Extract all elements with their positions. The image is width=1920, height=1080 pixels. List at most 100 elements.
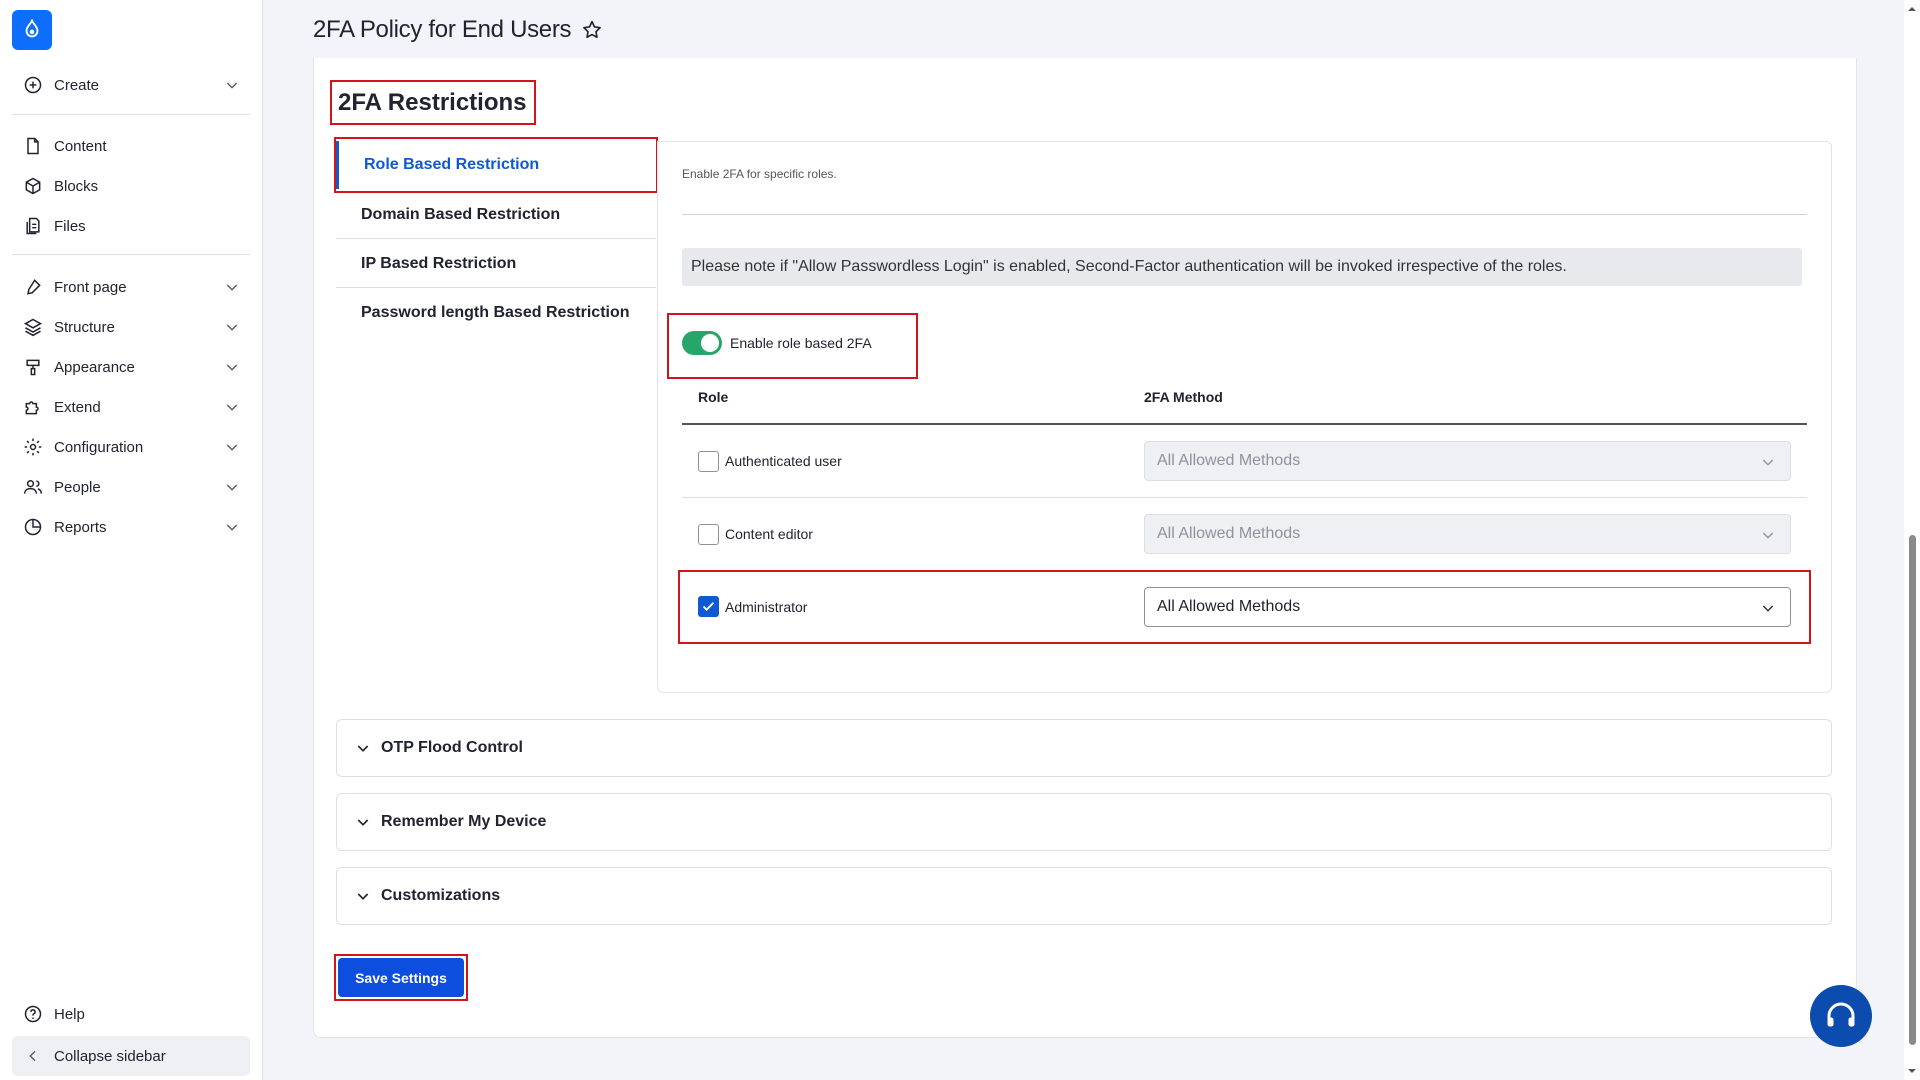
collapse-sidebar-label: Collapse sidebar <box>54 1047 166 1065</box>
sidebar-item-files[interactable]: Files <box>12 208 250 244</box>
chart-pie-icon <box>22 516 44 538</box>
plus-circle-icon <box>22 74 44 96</box>
divider <box>682 214 1807 215</box>
help-circle-icon <box>22 1003 44 1025</box>
sidebar-item-people[interactable]: People <box>12 469 250 505</box>
sidebar-item-label: Create <box>54 76 100 94</box>
sidebar-item-label: Reports <box>54 518 107 536</box>
chevron-down-icon <box>226 284 238 291</box>
accordion-label: Customizations <box>381 887 501 904</box>
paint-icon <box>22 356 44 378</box>
accordion-label: Remember My Device <box>381 813 547 830</box>
sidebar-item-label: Blocks <box>54 177 99 195</box>
sidebar-item-create[interactable]: Create <box>12 67 250 103</box>
sidebar-item-extend[interactable]: Extend <box>12 389 250 425</box>
chevron-down-icon <box>226 404 238 411</box>
chevron-down-icon <box>1762 459 1774 466</box>
chevron-down-icon <box>357 819 369 826</box>
select-value: All Allowed Methods <box>1157 452 1301 469</box>
tab-password-length-based[interactable]: Password length Based Restriction <box>336 289 656 337</box>
divider <box>12 114 250 115</box>
page-title: 2FA Policy for End Users <box>313 16 603 44</box>
sidebar-item-label: Extend <box>54 398 101 416</box>
cube-icon <box>22 175 44 197</box>
chevron-down-icon <box>226 444 238 451</box>
sidebar-item-help[interactable]: Help <box>12 996 250 1032</box>
save-settings-button[interactable]: Save Settings <box>338 958 464 997</box>
role-label: Authenticated user <box>725 453 842 469</box>
accordion-customizations[interactable]: Customizations <box>336 867 1832 925</box>
divider <box>12 254 250 255</box>
page-title-text: 2FA Policy for End Users <box>313 16 572 43</box>
accordion-otp-flood-control[interactable]: OTP Flood Control <box>336 719 1832 777</box>
tab-domain-based[interactable]: Domain Based Restriction <box>336 191 656 239</box>
scroll-down-icon[interactable] <box>1907 1066 1917 1076</box>
sidebar-item-label: Content <box>54 137 107 155</box>
sidebar-item-configuration[interactable]: Configuration <box>12 429 250 465</box>
method-select-content-editor[interactable]: All Allowed Methods <box>1144 514 1791 554</box>
chevron-down-icon <box>226 364 238 371</box>
sidebar-item-label: Structure <box>54 318 115 336</box>
sidebar-item-label: Files <box>54 217 86 235</box>
sidebar-item-label: People <box>54 478 101 496</box>
checkbox-administrator[interactable] <box>698 596 719 617</box>
files-icon <box>22 215 44 237</box>
chevron-down-icon <box>357 745 369 752</box>
chevron-left-icon <box>22 1045 44 1067</box>
star-icon[interactable] <box>581 19 603 41</box>
tab-ip-based[interactable]: IP Based Restriction <box>336 240 656 288</box>
toggle-knob <box>701 334 719 352</box>
sidebar-item-front-page[interactable]: Front page <box>12 269 250 305</box>
sidebar-item-label: Configuration <box>54 438 144 456</box>
collapse-sidebar-button[interactable]: Collapse sidebar <box>12 1036 250 1076</box>
sidebar-item-label: Help <box>54 1005 85 1023</box>
chevron-down-icon <box>1762 605 1774 612</box>
sidebar-item-label: Front page <box>54 278 127 296</box>
chevron-down-icon <box>226 324 238 331</box>
role-label: Administrator <box>725 599 808 615</box>
sidebar-item-appearance[interactable]: Appearance <box>12 349 250 385</box>
info-note: Please note if "Allow Passwordless Login… <box>682 248 1802 286</box>
support-chat-button[interactable] <box>1810 985 1872 1047</box>
brush-icon <box>22 276 44 298</box>
chevron-down-icon <box>226 82 238 89</box>
people-icon <box>22 476 44 498</box>
column-header-2fa-method: 2FA Method <box>1144 389 1223 405</box>
drupal-logo-icon[interactable] <box>12 10 52 50</box>
role-label: Content editor <box>725 526 813 542</box>
chevron-down-icon <box>357 893 369 900</box>
checkbox-content-editor[interactable] <box>698 524 719 545</box>
select-value: All Allowed Methods <box>1157 525 1301 542</box>
panel-description: Enable 2FA for specific roles. <box>682 167 837 181</box>
role-based-2fa-toggle[interactable] <box>682 331 722 355</box>
table-header-divider <box>682 423 1807 425</box>
select-value: All Allowed Methods <box>1157 598 1301 615</box>
accordion-label: OTP Flood Control <box>381 739 523 756</box>
scroll-up-icon[interactable] <box>1907 4 1917 14</box>
sidebar-item-label: Appearance <box>54 358 135 376</box>
puzzle-icon <box>22 396 44 418</box>
chevron-down-icon <box>1762 532 1774 539</box>
column-header-role: Role <box>698 389 729 405</box>
chevron-down-icon <box>226 524 238 531</box>
sidebar-item-reports[interactable]: Reports <box>12 509 250 545</box>
section-title: 2FA Restrictions <box>330 80 536 125</box>
sidebar-item-blocks[interactable]: Blocks <box>12 168 250 204</box>
checkmark-icon <box>702 602 715 611</box>
sidebar-item-structure[interactable]: Structure <box>12 309 250 345</box>
file-icon <box>22 135 44 157</box>
method-select-authenticated-user[interactable]: All Allowed Methods <box>1144 441 1791 481</box>
row-divider <box>682 497 1807 498</box>
gear-icon <box>22 436 44 458</box>
chevron-down-icon <box>226 484 238 491</box>
method-select-administrator[interactable]: All Allowed Methods <box>1144 587 1791 627</box>
scrollbar-thumb[interactable] <box>1909 535 1916 1045</box>
toggle-label: Enable role based 2FA <box>730 335 872 351</box>
sidebar: Create Content Blocks Files Front page S… <box>0 0 263 1080</box>
layers-icon <box>22 316 44 338</box>
checkbox-authenticated-user[interactable] <box>698 451 719 472</box>
tab-role-based[interactable]: Role Based Restriction <box>336 141 656 189</box>
headset-icon <box>1827 1002 1855 1027</box>
sidebar-item-content[interactable]: Content <box>12 128 250 164</box>
accordion-remember-my-device[interactable]: Remember My Device <box>336 793 1832 851</box>
